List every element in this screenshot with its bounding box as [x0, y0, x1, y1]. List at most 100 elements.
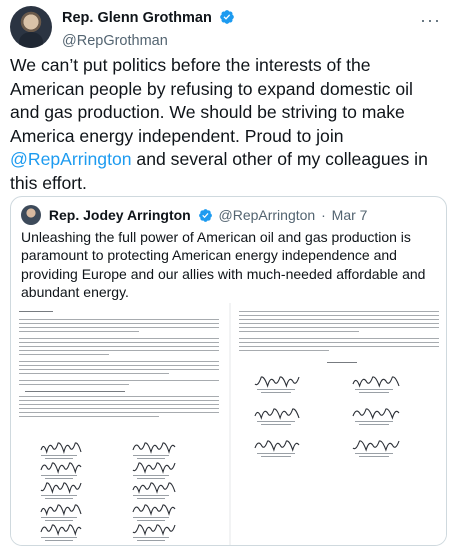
- letter-text-line: [19, 327, 219, 329]
- signature-caption-line: [137, 520, 165, 522]
- signature-caption-line: [41, 537, 77, 539]
- handwritten-signature: [253, 375, 301, 388]
- quoted-date: Mar 7: [331, 207, 368, 223]
- quoted-author-name: Rep. Jodey Arrington: [48, 207, 191, 223]
- letter-text-line: [19, 361, 219, 363]
- handwritten-signature: [351, 407, 401, 420]
- letter-text-line: [19, 408, 219, 410]
- signature-caption-line: [257, 453, 295, 455]
- letter-text-line: [239, 311, 439, 313]
- letter-text-line: [327, 362, 357, 364]
- handwritten-signature: [39, 503, 83, 517]
- letter-page-1[interactable]: [11, 303, 229, 545]
- quoted-tweet[interactable]: Rep. Jodey Arrington @RepArrington · Mar…: [10, 196, 447, 546]
- signature-caption-line: [359, 424, 389, 426]
- meta-separator: ·: [321, 207, 326, 223]
- signature-caption-line: [133, 455, 169, 457]
- quoted-author-avatar: [21, 205, 41, 225]
- verified-badge-icon: [198, 208, 213, 226]
- letter-text-line: [239, 338, 439, 340]
- signature-caption-line: [41, 517, 77, 519]
- letter-text-line: [19, 416, 159, 418]
- signature-caption-line: [137, 540, 165, 542]
- letter-text-line: [19, 404, 219, 406]
- handwritten-signature: [131, 481, 177, 494]
- signature-caption-line: [257, 421, 295, 423]
- signature-caption-line: [41, 495, 77, 497]
- letter-text-line: [239, 342, 439, 344]
- signature-caption-line: [261, 456, 291, 458]
- signature-caption-line: [45, 540, 73, 542]
- signature-caption-line: [355, 421, 393, 423]
- handwritten-signature: [351, 439, 401, 452]
- quoted-author-handle: @RepArrington: [218, 207, 316, 223]
- letter-text-line: [239, 315, 439, 317]
- letter-text-line: [19, 365, 219, 367]
- tweet-text-part: We can’t put politics before the interes…: [10, 55, 413, 146]
- signature-caption-line: [137, 458, 165, 460]
- letter-text-line: [239, 331, 359, 333]
- letter-text-line: [19, 338, 219, 340]
- letter-text-line: [239, 319, 439, 321]
- signature-caption-line: [133, 517, 169, 519]
- letter-text-line: [19, 319, 219, 321]
- handwritten-signature: [131, 461, 177, 474]
- signature-caption-line: [45, 520, 73, 522]
- signature-caption-line: [257, 389, 295, 391]
- letter-text-line: [239, 327, 439, 329]
- letter-images[interactable]: [11, 303, 446, 545]
- author-info[interactable]: Rep. Glenn Grothman @RepGrothman: [62, 9, 235, 49]
- letter-text-line: [19, 384, 129, 386]
- handwritten-signature: [253, 407, 301, 420]
- signature-caption-line: [261, 392, 291, 394]
- author-handle[interactable]: @RepGrothman: [62, 33, 235, 49]
- signature-caption-line: [45, 498, 73, 500]
- signature-caption-line: [133, 537, 169, 539]
- signature-caption-line: [355, 389, 393, 391]
- letter-text-line: [19, 331, 139, 333]
- letter-text-line: [19, 380, 219, 382]
- signature-caption-line: [261, 424, 291, 426]
- letter-text-line: [19, 373, 169, 375]
- letter-text-line: [19, 346, 219, 348]
- handwritten-signature: [39, 523, 83, 537]
- tweet-card: Rep. Glenn Grothman @RepGrothman ··· We …: [0, 0, 455, 550]
- author-avatar[interactable]: [10, 6, 52, 48]
- letter-page-2[interactable]: [231, 303, 446, 545]
- letter-text-line: [239, 323, 439, 325]
- signature-caption-line: [359, 456, 389, 458]
- verified-badge-icon: [219, 9, 235, 30]
- signature-caption-line: [137, 478, 165, 480]
- mention-link[interactable]: @RepArrington: [10, 149, 132, 169]
- letter-text-line: [19, 311, 53, 313]
- letter-text-line: [19, 342, 219, 344]
- signature-caption-line: [45, 478, 73, 480]
- handwritten-signature: [39, 481, 83, 495]
- letter-text-line: [19, 396, 219, 398]
- handwritten-signature: [39, 441, 83, 455]
- letter-text-line: [25, 391, 125, 393]
- letter-text-line: [239, 346, 439, 348]
- signature-caption-line: [41, 455, 77, 457]
- signature-caption-line: [41, 475, 77, 477]
- more-horizontal-icon[interactable]: ···: [420, 10, 441, 31]
- signature-caption-line: [133, 475, 169, 477]
- quoted-tweet-header: Rep. Jodey Arrington @RepArrington · Mar…: [21, 205, 367, 225]
- handwritten-signature: [39, 461, 83, 475]
- handwritten-signature: [131, 523, 177, 536]
- letter-text-line: [19, 354, 109, 356]
- signature-caption-line: [45, 458, 73, 460]
- tweet-text: We can’t put politics before the interes…: [10, 54, 440, 195]
- signature-caption-line: [359, 392, 389, 394]
- handwritten-signature: [131, 503, 177, 516]
- author-name[interactable]: Rep. Glenn Grothman: [62, 10, 212, 26]
- letter-text-line: [19, 323, 219, 325]
- handwritten-signature: [131, 441, 177, 454]
- handwritten-signature: [351, 375, 401, 388]
- letter-text-line: [19, 400, 219, 402]
- letter-text-line: [19, 412, 219, 414]
- letter-text-line: [239, 350, 329, 352]
- letter-text-line: [19, 350, 219, 352]
- signature-caption-line: [137, 498, 165, 500]
- handwritten-signature: [253, 439, 301, 452]
